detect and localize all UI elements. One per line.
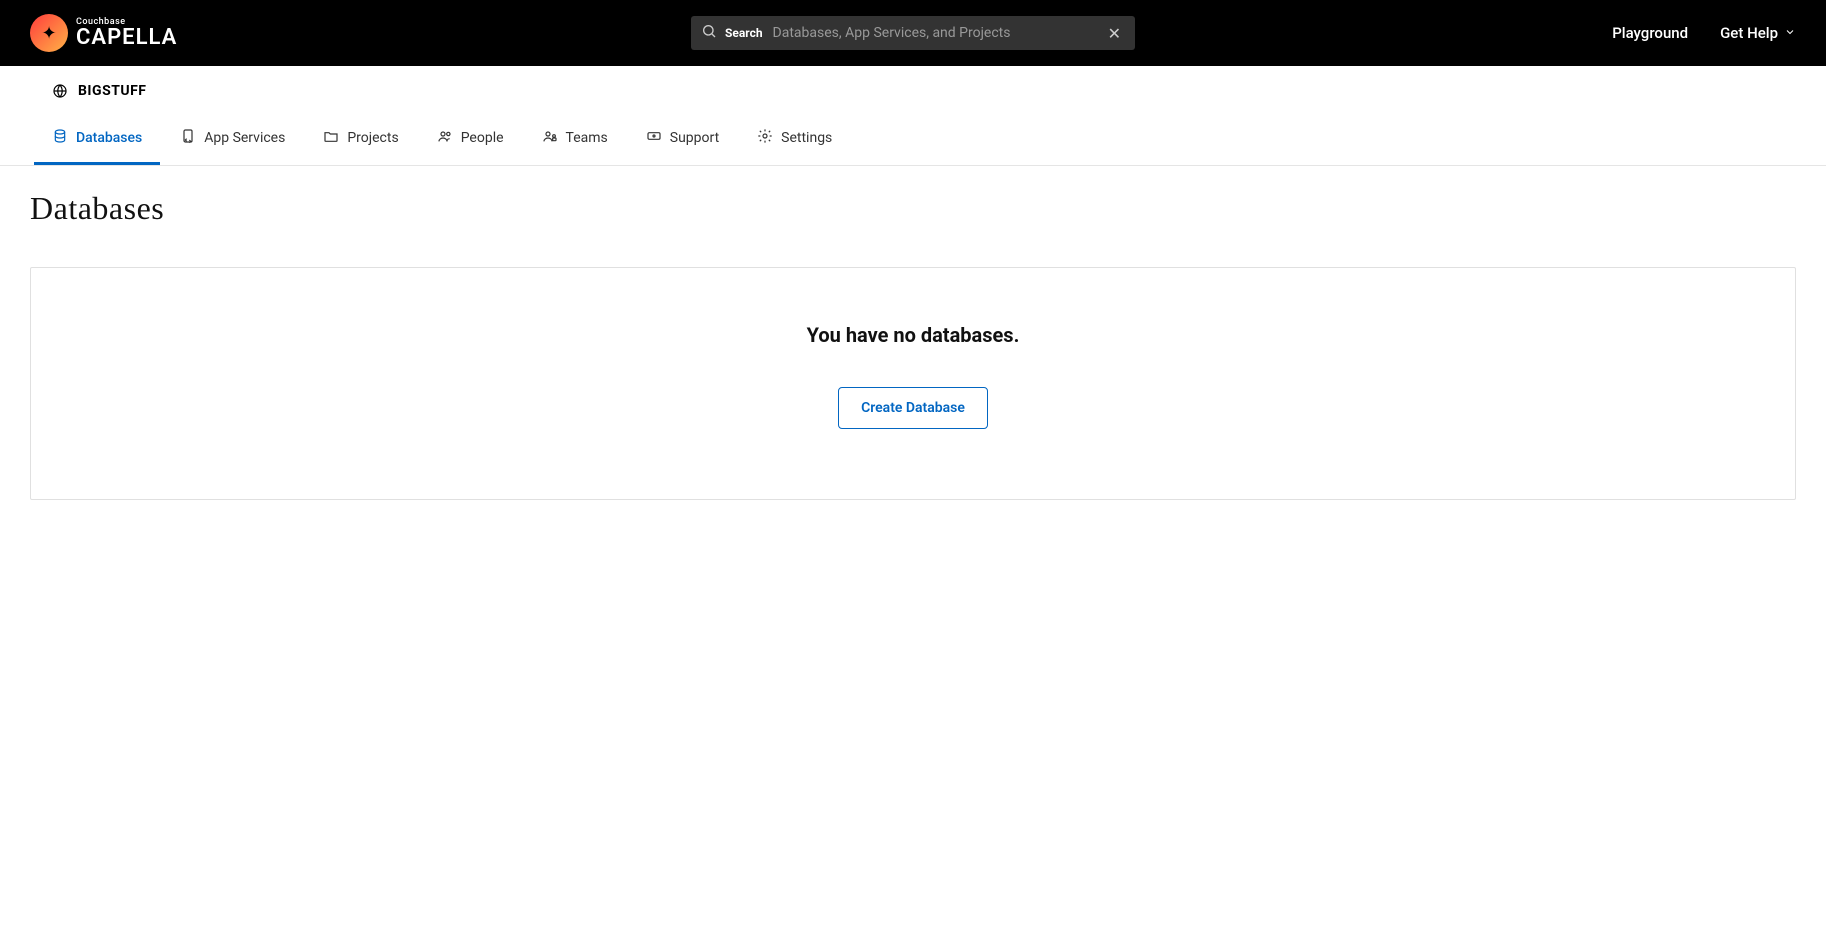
create-database-button[interactable]: Create Database: [838, 387, 988, 429]
get-help-label: Get Help: [1720, 24, 1778, 42]
primary-tabs: Databases App Services Projects People T…: [0, 116, 1826, 166]
tab-people[interactable]: People: [419, 116, 522, 165]
tab-support[interactable]: Support: [628, 116, 737, 165]
org-row: BIGSTUFF: [0, 66, 1826, 116]
tab-settings[interactable]: Settings: [739, 116, 850, 165]
tab-label: App Services: [204, 130, 285, 146]
global-search[interactable]: Search ✕: [691, 16, 1135, 50]
tab-app-services[interactable]: App Services: [162, 116, 303, 165]
org-breadcrumb[interactable]: BIGSTUFF: [52, 83, 146, 99]
tab-label: Projects: [347, 130, 398, 146]
logo[interactable]: ✦ Couchbase CAPELLA: [30, 14, 177, 52]
search-clear-icon[interactable]: ✕: [1104, 22, 1125, 45]
tab-label: Databases: [76, 130, 142, 146]
team-icon: [542, 128, 558, 148]
get-help-menu[interactable]: Get Help: [1720, 24, 1796, 42]
ticket-icon: [646, 128, 662, 148]
tab-label: Support: [670, 130, 719, 146]
page-title: Databases: [30, 190, 1796, 227]
playground-link[interactable]: Playground: [1612, 24, 1688, 42]
logo-text: Couchbase CAPELLA: [76, 18, 177, 49]
tab-label: Settings: [781, 130, 832, 146]
sync-icon: [180, 128, 196, 148]
tab-label: People: [461, 130, 504, 146]
top-right-nav: Playground Get Help: [1612, 24, 1796, 42]
search-icon: [701, 23, 717, 43]
search-input[interactable]: [773, 25, 1104, 41]
globe-icon: [52, 83, 68, 99]
org-name-text: BIGSTUFF: [78, 83, 146, 99]
folder-icon: [323, 128, 339, 148]
people-icon: [437, 128, 453, 148]
tab-databases[interactable]: Databases: [34, 116, 160, 165]
gear-icon: [757, 128, 773, 148]
logo-line2: CAPELLA: [76, 27, 177, 49]
tab-label: Teams: [566, 130, 608, 146]
tab-teams[interactable]: Teams: [524, 116, 626, 165]
topbar: ✦ Couchbase CAPELLA Search ✕ Playground …: [0, 0, 1826, 66]
tab-projects[interactable]: Projects: [305, 116, 416, 165]
logo-mark-icon: ✦: [30, 14, 68, 52]
search-label: Search: [725, 26, 763, 40]
page-body: Databases You have no databases. Create …: [0, 166, 1826, 524]
database-icon: [52, 128, 68, 148]
empty-state-card: You have no databases. Create Database: [30, 267, 1796, 500]
empty-state-heading: You have no databases.: [51, 323, 1775, 347]
chevron-down-icon: [1784, 24, 1796, 42]
